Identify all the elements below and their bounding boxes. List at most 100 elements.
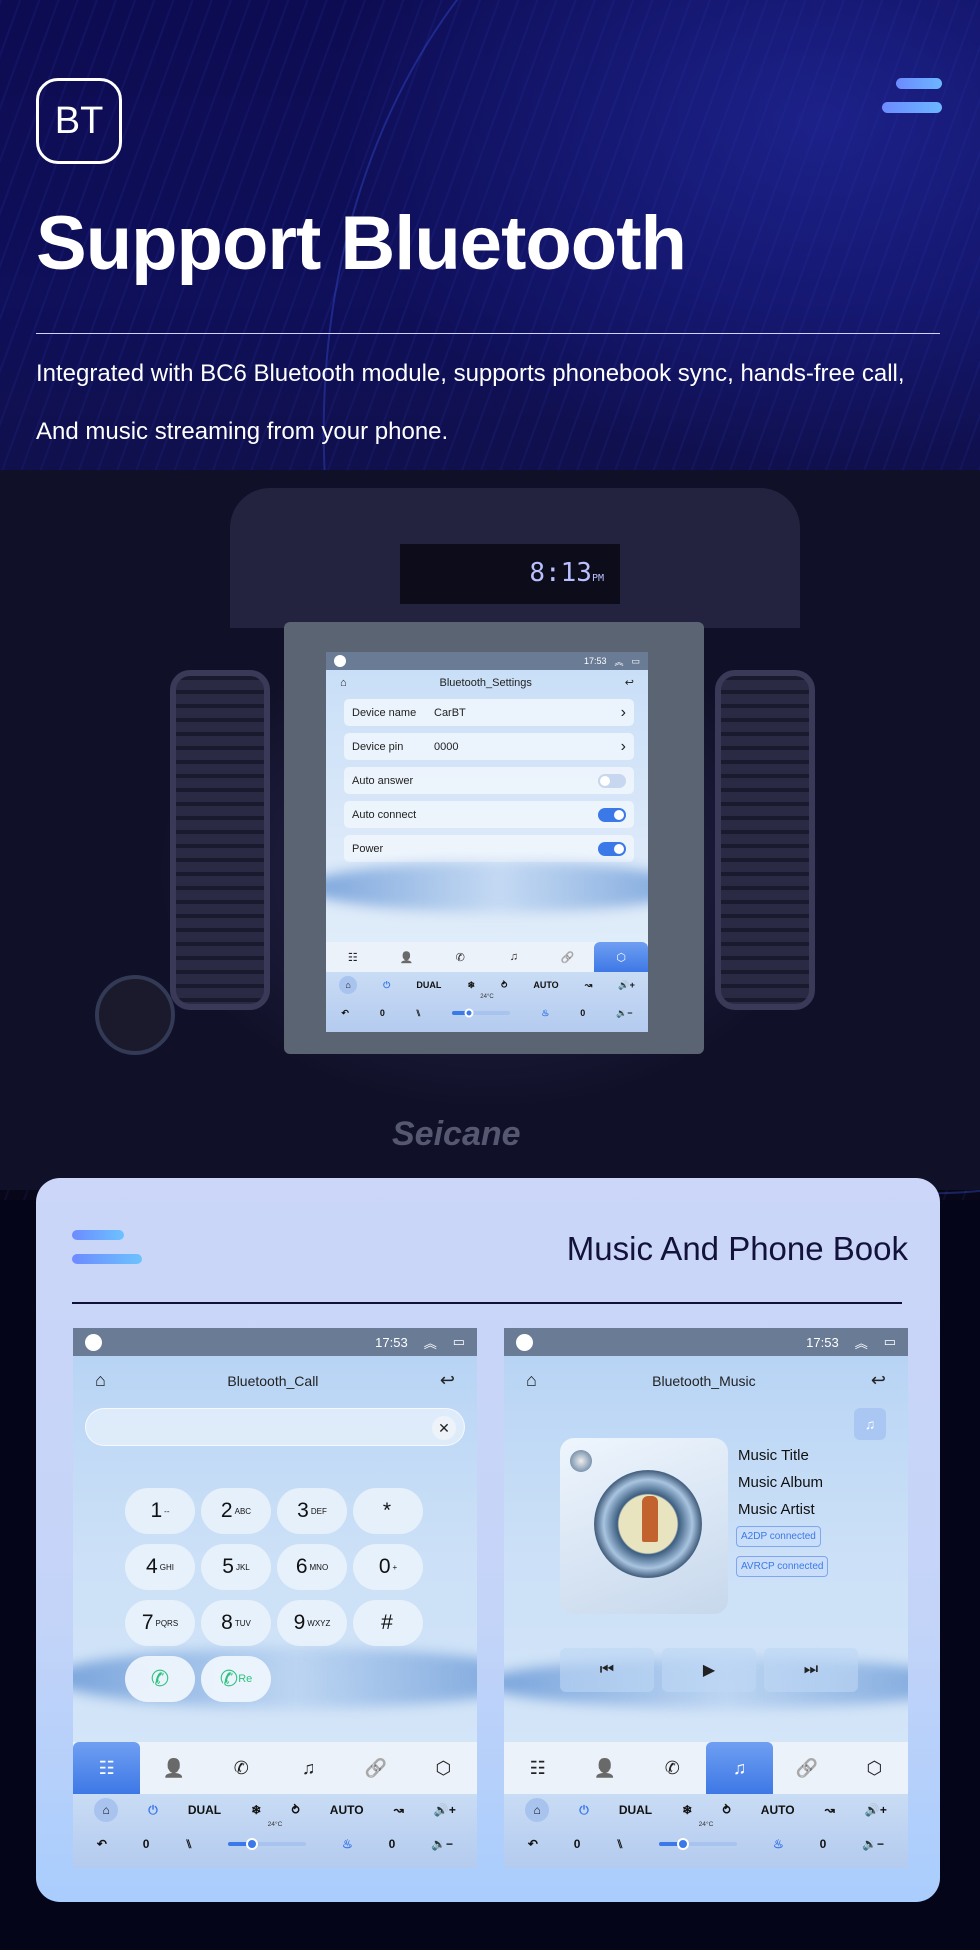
play-button[interactable]: ▶ bbox=[662, 1648, 756, 1692]
airflow-icon[interactable]: ↝ bbox=[394, 1803, 404, 1817]
home-icon[interactable]: ⌂ bbox=[94, 1798, 119, 1822]
dock-settings[interactable]: ⬡ bbox=[410, 1742, 477, 1794]
dial-input[interactable]: ✕ bbox=[85, 1408, 465, 1446]
dial-key[interactable]: 9 WXYZ bbox=[277, 1600, 347, 1646]
dock-call-log[interactable]: ✆ bbox=[639, 1742, 706, 1794]
auto-button[interactable]: AUTO bbox=[533, 980, 558, 990]
dock-link[interactable]: 🔗 bbox=[773, 1742, 840, 1794]
back-arrow-icon[interactable]: ↶ bbox=[97, 1837, 107, 1851]
dock-contacts[interactable]: 👤 bbox=[140, 1742, 207, 1794]
clear-icon[interactable]: ✕ bbox=[432, 1416, 456, 1440]
dock-dialpad[interactable]: ☷ bbox=[504, 1742, 571, 1794]
home-icon[interactable]: ⌂ bbox=[339, 976, 358, 994]
call-button[interactable]: ✆ bbox=[125, 1656, 195, 1702]
back-icon[interactable] bbox=[334, 655, 346, 667]
dock-contacts[interactable]: 👤 bbox=[380, 942, 434, 972]
window-icon[interactable]: ▭ bbox=[631, 656, 640, 667]
expand-icon[interactable]: ︽ bbox=[424, 1333, 437, 1352]
dial-key[interactable]: 0 + bbox=[353, 1544, 423, 1590]
redial-button[interactable]: ✆ Re bbox=[201, 1656, 271, 1702]
dual-button[interactable]: DUAL bbox=[188, 1803, 221, 1817]
dual-button[interactable]: DUAL bbox=[416, 980, 441, 990]
dock-dialpad[interactable]: ☷ bbox=[326, 942, 380, 972]
seat-heat-icon[interactable]: ♨ bbox=[541, 1008, 549, 1019]
fan-speed-slider[interactable] bbox=[659, 1838, 738, 1851]
home-icon[interactable]: ⌂ bbox=[340, 677, 347, 689]
setting-row[interactable]: Device pin 0000 › bbox=[344, 733, 634, 760]
setting-row[interactable]: Device name CarBT › bbox=[344, 699, 634, 726]
seat-icon[interactable]: ⑊ bbox=[616, 1837, 623, 1851]
expand-icon[interactable]: ︽ bbox=[614, 655, 623, 668]
next-button[interactable]: ⏭ bbox=[764, 1648, 858, 1692]
dial-key[interactable]: 2 ABC bbox=[201, 1488, 271, 1534]
volume-up-icon[interactable]: 🔊+ bbox=[434, 1803, 456, 1817]
dock-settings[interactable]: ⬡ bbox=[841, 1742, 908, 1794]
dock-settings[interactable]: ⬡ bbox=[594, 942, 648, 972]
volume-up-icon[interactable]: 🔊+ bbox=[618, 980, 634, 991]
seat-heat-icon[interactable]: ♨ bbox=[342, 1837, 353, 1851]
previous-button[interactable]: ⏮ bbox=[560, 1648, 654, 1692]
auto-button[interactable]: AUTO bbox=[330, 1803, 364, 1817]
dock-link[interactable]: 🔗 bbox=[342, 1742, 409, 1794]
dial-key[interactable]: 8 TUV bbox=[201, 1600, 271, 1646]
back-arrow-icon[interactable]: ↶ bbox=[528, 1837, 538, 1851]
fan-speed-slider[interactable] bbox=[451, 1008, 511, 1018]
fan-speed-slider[interactable] bbox=[228, 1838, 307, 1851]
setting-row[interactable]: Auto answer bbox=[344, 767, 634, 794]
expand-icon[interactable]: ︽ bbox=[855, 1333, 868, 1352]
recirculation-icon[interactable]: ⥁ bbox=[501, 980, 507, 991]
home-icon[interactable]: ⌂ bbox=[526, 1370, 537, 1391]
dial-key[interactable]: 7 PQRS bbox=[125, 1600, 195, 1646]
volume-down-icon[interactable]: 🔉− bbox=[431, 1837, 453, 1851]
dial-key[interactable]: * bbox=[353, 1488, 423, 1534]
window-icon[interactable]: ▭ bbox=[453, 1334, 465, 1350]
home-icon[interactable]: ⌂ bbox=[95, 1370, 106, 1391]
back-arrow-icon[interactable]: ↶ bbox=[341, 1008, 349, 1019]
volume-down-icon[interactable]: 🔉− bbox=[862, 1837, 884, 1851]
toggle-switch[interactable] bbox=[598, 841, 626, 856]
chevron-right-icon[interactable]: › bbox=[621, 704, 626, 722]
dial-key[interactable]: 6 MNO bbox=[277, 1544, 347, 1590]
power-icon[interactable]: ⏻ bbox=[148, 1803, 158, 1818]
power-icon[interactable]: ⏻ bbox=[579, 1803, 589, 1818]
window-icon[interactable]: ▭ bbox=[884, 1334, 896, 1350]
dock-call-log[interactable]: ✆ bbox=[433, 942, 487, 972]
snowflake-icon[interactable]: ❄ bbox=[682, 1803, 692, 1817]
seat-icon[interactable]: ⑊ bbox=[185, 1837, 192, 1851]
recirculation-icon[interactable]: ⥁ bbox=[722, 1803, 730, 1817]
return-icon[interactable]: ↩ bbox=[440, 1370, 455, 1391]
toggle-switch[interactable] bbox=[598, 807, 626, 822]
snowflake-icon[interactable]: ❄ bbox=[467, 980, 475, 991]
dock-call-log[interactable]: ✆ bbox=[208, 1742, 275, 1794]
dock-music[interactable]: ♫ bbox=[705, 1742, 774, 1794]
home-icon[interactable]: ⌂ bbox=[525, 1798, 550, 1822]
toggle-switch[interactable] bbox=[598, 773, 626, 788]
volume-down-icon[interactable]: 🔉− bbox=[616, 1008, 632, 1019]
seat-icon[interactable]: ⑊ bbox=[416, 1008, 421, 1018]
dock-music[interactable]: ♫ bbox=[275, 1742, 342, 1794]
dial-key[interactable]: 1 -- bbox=[125, 1488, 195, 1534]
snowflake-icon[interactable]: ❄ bbox=[251, 1803, 261, 1817]
dial-key[interactable]: 5 JKL bbox=[201, 1544, 271, 1590]
airflow-icon[interactable]: ↝ bbox=[585, 980, 593, 991]
seat-heat-icon[interactable]: ♨ bbox=[773, 1837, 784, 1851]
back-icon[interactable] bbox=[85, 1333, 102, 1351]
dock-contacts[interactable]: 👤 bbox=[571, 1742, 638, 1794]
volume-up-icon[interactable]: 🔊+ bbox=[865, 1803, 887, 1817]
recirculation-icon[interactable]: ⥁ bbox=[291, 1803, 299, 1817]
dial-key[interactable]: # bbox=[353, 1600, 423, 1646]
menu-icon[interactable] bbox=[882, 78, 942, 118]
back-icon[interactable] bbox=[516, 1333, 533, 1351]
power-icon[interactable]: ⏻ bbox=[383, 980, 390, 991]
dual-button[interactable]: DUAL bbox=[619, 1803, 652, 1817]
dial-key[interactable]: 3 DEF bbox=[277, 1488, 347, 1534]
chevron-right-icon[interactable]: › bbox=[621, 738, 626, 756]
return-icon[interactable]: ↩ bbox=[871, 1370, 886, 1391]
dial-key[interactable]: 4 GHI bbox=[125, 1544, 195, 1590]
auto-button[interactable]: AUTO bbox=[761, 1803, 795, 1817]
setting-row[interactable]: Auto connect bbox=[344, 801, 634, 828]
setting-row[interactable]: Power bbox=[344, 835, 634, 862]
dock-dialpad[interactable]: ☷ bbox=[73, 1742, 141, 1794]
airflow-icon[interactable]: ↝ bbox=[825, 1803, 835, 1817]
dock-link[interactable]: 🔗 bbox=[541, 942, 595, 972]
